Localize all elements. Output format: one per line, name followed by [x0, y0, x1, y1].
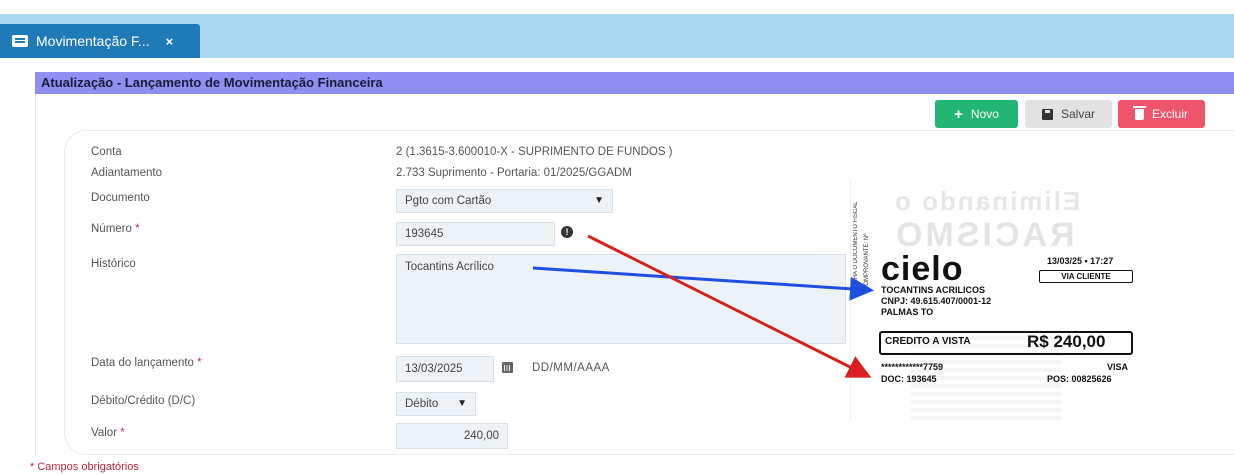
excluir-label: Excluir: [1151, 107, 1188, 121]
documento-label: Documento: [91, 192, 150, 204]
conta-label: Conta: [91, 146, 122, 158]
valor-input[interactable]: 240,00: [396, 423, 508, 449]
receipt-watermark-top: Eliminando o: [893, 186, 1081, 216]
top-tab-bar: Movimentação F... ×: [0, 14, 1234, 58]
valor-value: 240,00: [463, 430, 499, 442]
list-icon: [12, 35, 28, 47]
valor-label: Valor *: [91, 427, 125, 439]
required-fields-note: * Campos obrigatórios: [30, 461, 139, 473]
data-input[interactable]: 13/03/2025: [396, 356, 494, 382]
tab-label: Movimentação F...: [36, 33, 150, 49]
receipt-vertical-text-2: COMPROVANTE: Nº: [864, 233, 870, 290]
close-icon[interactable]: ×: [166, 34, 174, 49]
numero-label: Número *: [91, 223, 140, 235]
receipt-doc: DOC: 193645: [881, 374, 937, 384]
tab-movimentacao[interactable]: Movimentação F... ×: [0, 24, 200, 58]
receipt-payment-type: CREDITO A VISTA: [885, 336, 971, 347]
salvar-button[interactable]: Salvar: [1025, 100, 1112, 128]
receipt-card-brand: VISA: [1107, 362, 1129, 372]
adiantamento-label: Adiantamento: [91, 167, 162, 179]
receipt-cnpj: CNPJ: 49.615.407/0001-12: [881, 296, 992, 306]
chevron-down-icon: ▼: [457, 398, 467, 409]
receipt-city: PALMAS TO: [881, 307, 934, 317]
valor-label-text: Valor: [91, 427, 117, 439]
receipt-datetime: 13/03/25 • 17:27: [1047, 256, 1114, 266]
chevron-down-icon: ▼: [594, 195, 604, 206]
receipt-merchant: TOCANTINS ACRILICOS: [881, 285, 986, 295]
date-format-hint: DD/MM/AAAA: [532, 362, 610, 374]
excluir-button[interactable]: Excluir: [1118, 100, 1205, 128]
numero-label-text: Número: [91, 223, 132, 235]
trash-icon: [1132, 105, 1146, 120]
plus-icon: +: [954, 105, 963, 123]
novo-label: Novo: [970, 107, 999, 121]
conta-value: 2 (1.3615-3.600010-X - SUPRIMENTO DE FUN…: [396, 146, 673, 158]
panel-title: Atualização - Lançamento de Movimentação…: [35, 72, 1234, 94]
dc-value: Débito: [405, 398, 439, 410]
salvar-label: Salvar: [1060, 107, 1095, 121]
data-label: Data do lançamento *: [91, 357, 202, 369]
novo-button[interactable]: + Novo: [935, 100, 1018, 128]
receipt-pos: POS: 00825626: [1047, 374, 1112, 384]
documento-select[interactable]: Pgto com Cartão ▼: [396, 189, 613, 213]
receipt-via: VIA CLIENTE: [1039, 270, 1133, 283]
receipt-image: Eliminando o RACISMO FALHA O DOCUMENTO F…: [850, 180, 1160, 420]
receipt-card: ************7759: [881, 362, 944, 372]
save-icon: [1041, 108, 1053, 120]
historico-textarea[interactable]: Tocantins Acrílico: [396, 254, 846, 344]
calendar-icon[interactable]: [502, 362, 513, 373]
required-mark: *: [135, 223, 140, 235]
cielo-logo: cielo: [881, 250, 964, 288]
dc-label: Débito/Crédito (D/C): [91, 395, 196, 407]
numero-value: 193645: [405, 228, 444, 240]
info-icon[interactable]: !: [561, 226, 573, 238]
documento-value: Pgto com Cartão: [405, 195, 492, 207]
adiantamento-value: 2.733 Suprimento - Portaria: 01/2025/GGA…: [396, 167, 632, 179]
data-value: 13/03/2025: [405, 363, 463, 375]
numero-input[interactable]: 193645: [396, 222, 555, 246]
historico-label: Histórico: [91, 258, 136, 270]
receipt-amount: R$ 240,00: [1027, 332, 1106, 351]
required-mark: *: [197, 357, 202, 369]
historico-value: Tocantins Acrílico: [405, 261, 494, 273]
dc-select[interactable]: Débito ▼: [396, 392, 476, 416]
data-label-text: Data do lançamento: [91, 357, 194, 369]
required-mark: *: [120, 427, 125, 439]
